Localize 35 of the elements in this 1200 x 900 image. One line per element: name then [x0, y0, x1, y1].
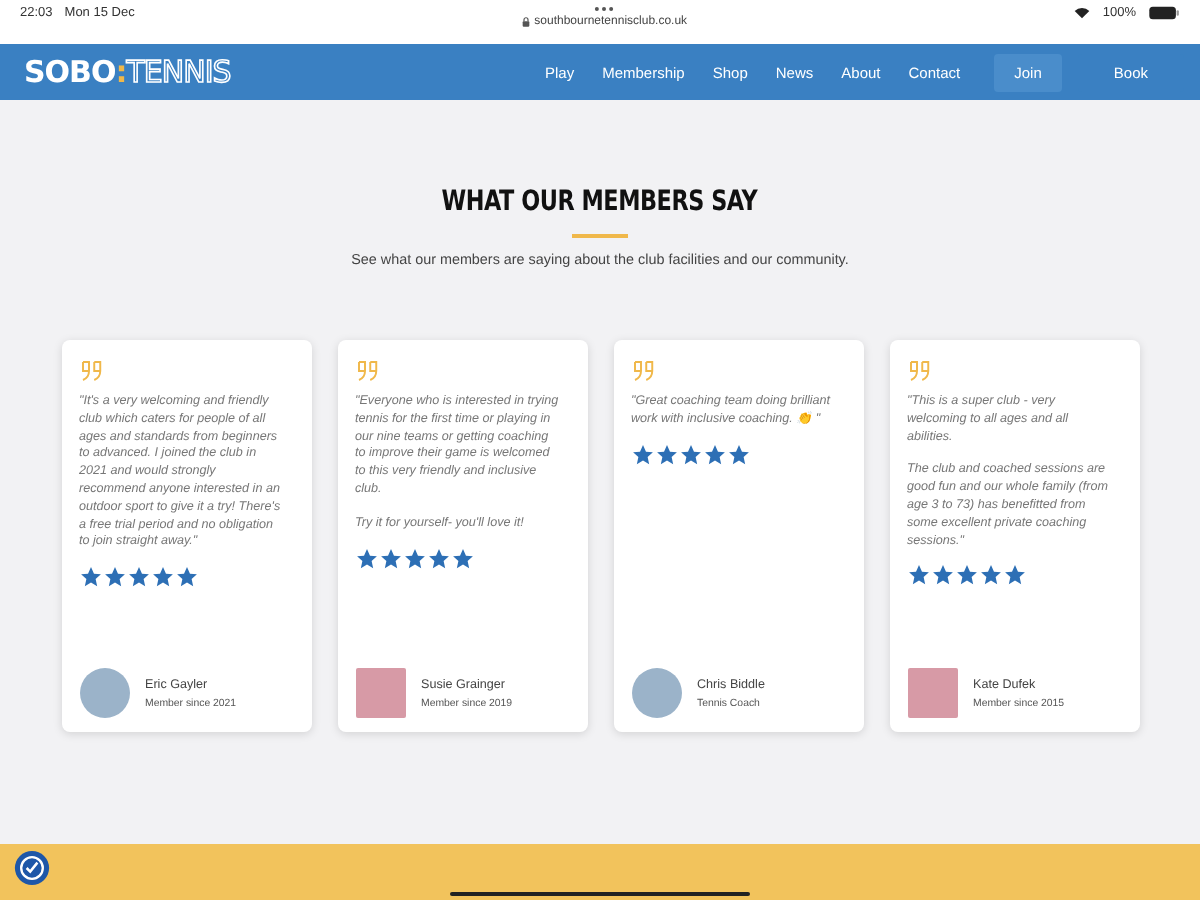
star-icon	[379, 547, 401, 570]
photo-placeholder	[79, 668, 129, 718]
accessibility-icon[interactable]	[14, 850, 50, 886]
quote-icon	[631, 360, 655, 382]
star-icon	[1003, 564, 1025, 587]
battery-icon	[1148, 6, 1180, 20]
quote-icon	[907, 360, 931, 382]
quote-icon	[355, 360, 379, 382]
star-icon	[103, 566, 125, 589]
star-icon	[655, 443, 677, 466]
section-title: WHAT OUR MEMBERS SAY	[442, 186, 758, 218]
star-icon	[175, 566, 197, 589]
quote-icon	[79, 360, 103, 382]
more-icon[interactable]	[594, 6, 615, 12]
star-icon	[151, 566, 173, 589]
star-icon	[907, 564, 929, 587]
star-icon	[679, 443, 701, 466]
photo-placeholder	[631, 668, 681, 718]
photo-placeholder	[907, 668, 957, 718]
star-icon	[955, 564, 977, 587]
star-icon	[127, 566, 149, 589]
star-icon	[727, 443, 749, 466]
star-icon	[703, 443, 725, 466]
club-logo[interactable]: SOBO:TENNIS	[24, 54, 231, 90]
photo-placeholder	[355, 668, 405, 718]
star-icon	[403, 547, 425, 570]
star-icon	[451, 547, 473, 570]
star-icon	[631, 443, 653, 466]
wifi-icon	[1074, 6, 1091, 20]
star-icon	[427, 547, 449, 570]
star-icon	[979, 564, 1001, 587]
star-icon	[355, 547, 377, 570]
lock-icon	[522, 16, 531, 28]
star-icon	[931, 564, 953, 587]
star-icon	[79, 566, 101, 589]
